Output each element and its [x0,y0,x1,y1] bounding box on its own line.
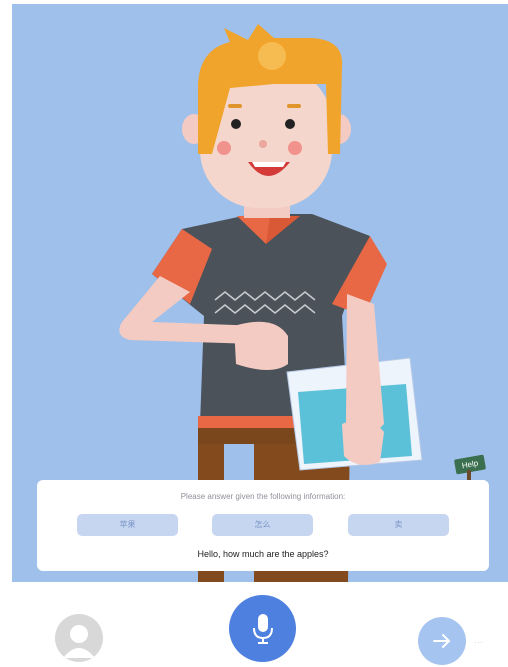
avatar-button[interactable] [55,614,103,662]
user-avatar-icon [63,625,95,658]
more-indicator: ... [474,636,484,645]
microphone-button[interactable] [229,595,296,662]
prompt-instruction: Please answer given the following inform… [180,492,346,501]
question-text: Hello, how much are the apples? [197,549,329,559]
choice-button-3[interactable]: 卖 [348,514,449,536]
next-button[interactable] [418,617,466,665]
arrow-right-icon [433,634,450,648]
choice-button-1[interactable]: 苹果 [77,514,178,536]
microphone-icon [253,614,273,644]
choice-button-2[interactable]: 怎么 [212,514,313,536]
prompt-panel: Please answer given the following inform… [37,480,489,571]
